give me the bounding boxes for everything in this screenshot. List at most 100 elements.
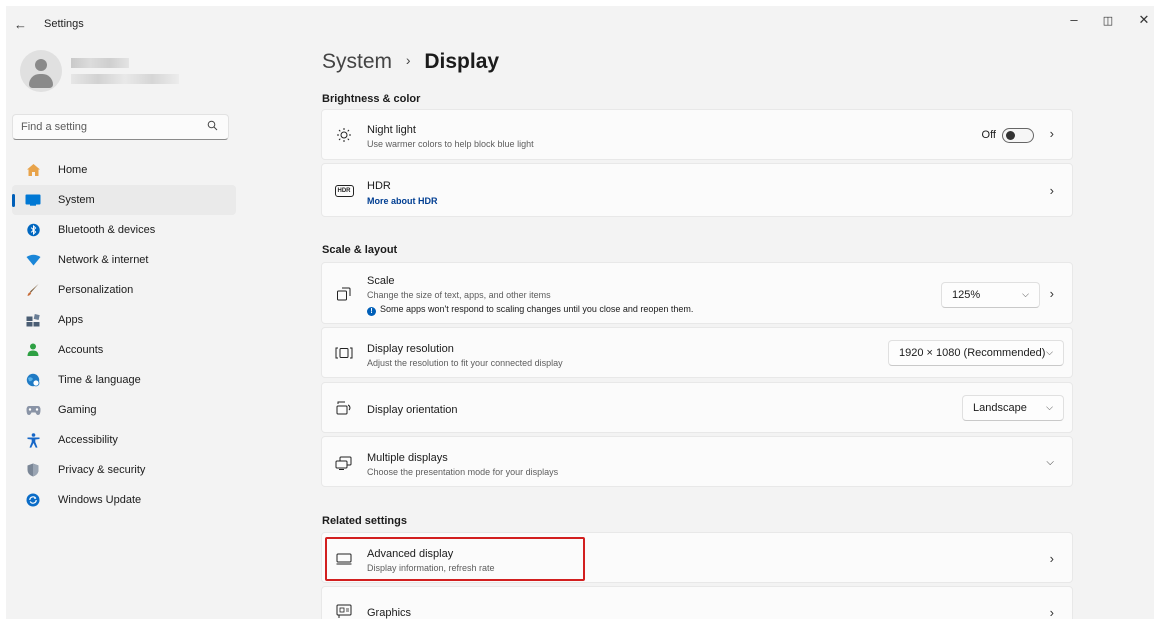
chevron-down-icon: ⌵ (1022, 289, 1029, 299)
section-header-related: Related settings (322, 515, 407, 527)
section-header-brightness: Brightness & color (322, 93, 421, 105)
orientation-icon (334, 398, 354, 418)
sidebar-nav: Home System Bluetooth & devices Network … (12, 155, 236, 515)
sidebar-item-label: Accounts (58, 344, 104, 356)
bluetooth-icon (25, 222, 41, 238)
resolution-value: 1920 × 1080 (Recommended) (899, 347, 1046, 359)
sidebar-item-gaming[interactable]: Gaming (12, 395, 236, 425)
night-light-toggle[interactable] (1002, 128, 1034, 143)
sidebar-item-network[interactable]: Network & internet (12, 245, 236, 275)
system-icon (25, 192, 41, 208)
account-name-redacted (71, 58, 129, 68)
display-orientation-title: Display orientation (367, 404, 458, 416)
globe-clock-icon (25, 372, 41, 388)
gamepad-icon (25, 402, 41, 418)
chevron-right-icon: › (1049, 286, 1054, 301)
orientation-dropdown[interactable]: Landscape ⌵ (962, 395, 1064, 421)
sidebar-item-label: Bluetooth & devices (58, 224, 156, 236)
chevron-right-icon: › (1049, 183, 1054, 198)
network-icon (25, 252, 41, 268)
update-icon (25, 492, 41, 508)
home-icon (25, 162, 41, 178)
resolution-icon (334, 343, 354, 363)
hdr-link[interactable]: More about HDR (367, 196, 438, 206)
breadcrumb-parent[interactable]: System (322, 50, 392, 73)
graphics-card[interactable]: Graphics › (321, 586, 1073, 619)
search-icon (207, 120, 218, 134)
scale-card[interactable]: Scale Change the size of text, apps, and… (321, 262, 1073, 324)
sidebar-item-label: System (58, 194, 95, 206)
scale-value: 125% (952, 289, 981, 301)
scale-dropdown[interactable]: 125% ⌵ (941, 282, 1040, 308)
resolution-dropdown[interactable]: 1920 × 1080 (Recommended) ⌵ (888, 340, 1064, 366)
sidebar-item-home[interactable]: Home (12, 155, 236, 185)
brush-icon (25, 282, 41, 298)
display-resolution-subtitle: Adjust the resolution to fit your connec… (367, 358, 563, 368)
scale-note: ! Some apps won't respond to scaling chan… (367, 304, 693, 316)
page-title: Display (424, 50, 500, 73)
night-light-subtitle: Use warmer colors to help block blue lig… (367, 139, 534, 149)
window-title: Settings (44, 18, 84, 30)
breadcrumb-separator: › (405, 52, 411, 68)
sidebar-item-accessibility[interactable]: Accessibility (12, 425, 236, 455)
display-resolution-title: Display resolution (367, 343, 454, 355)
search-placeholder: Find a setting (21, 121, 88, 133)
settings-window: ← Settings – ◫ ✕ Find a setting Home Sys… (6, 6, 1154, 619)
sidebar-item-apps[interactable]: Apps (12, 305, 236, 335)
active-indicator (12, 194, 15, 207)
sidebar-item-bluetooth[interactable]: Bluetooth & devices (12, 215, 236, 245)
chevron-down-icon: ⌵ (1046, 402, 1053, 412)
sidebar-item-label: Privacy & security (58, 464, 146, 476)
hdr-title: HDR (367, 180, 391, 192)
sidebar-item-personalization[interactable]: Personalization (12, 275, 236, 305)
title-bar: ← Settings – ◫ ✕ (6, 6, 1154, 42)
display-orientation-card[interactable]: Display orientation Landscape ⌵ (321, 382, 1073, 433)
graphics-title: Graphics (367, 607, 412, 619)
back-arrow-icon[interactable]: ← (14, 17, 27, 32)
avatar[interactable] (20, 50, 62, 92)
scale-subtitle: Change the size of text, apps, and other… (367, 290, 551, 300)
highlight-box (325, 537, 585, 581)
maximize-button[interactable]: ◫ (1096, 14, 1120, 27)
sidebar-item-label: Time & language (58, 374, 141, 386)
sidebar-item-label: Personalization (58, 284, 134, 296)
chevron-right-icon: › (1049, 551, 1054, 566)
chevron-right-icon: › (1049, 605, 1054, 619)
multiple-displays-icon (334, 453, 354, 473)
minimize-button[interactable]: – (1062, 12, 1086, 27)
shield-icon (25, 462, 41, 478)
sidebar-item-label: Gaming (58, 404, 97, 416)
hdr-card[interactable]: HDR HDR More about HDR › (321, 163, 1073, 217)
sidebar-item-label: Accessibility (58, 434, 118, 446)
info-icon: ! (367, 307, 376, 316)
sun-icon (334, 125, 354, 145)
scale-title: Scale (367, 275, 395, 287)
search-input[interactable]: Find a setting (12, 114, 229, 140)
sidebar-item-label: Network & internet (58, 254, 149, 266)
sidebar-item-label: Home (58, 164, 88, 176)
sidebar-item-system[interactable]: System (12, 185, 236, 215)
sidebar-item-time-language[interactable]: Time & language (12, 365, 236, 395)
close-button[interactable]: ✕ (1132, 12, 1154, 28)
accounts-icon (25, 342, 41, 358)
night-light-title: Night light (367, 124, 416, 136)
display-resolution-card[interactable]: Display resolution Adjust the resolution… (321, 327, 1073, 378)
sidebar-item-accounts[interactable]: Accounts (12, 335, 236, 365)
multiple-displays-card[interactable]: Multiple displays Choose the presentatio… (321, 436, 1073, 487)
chevron-right-icon: › (1049, 126, 1054, 141)
multiple-displays-subtitle: Choose the presentation mode for your di… (367, 467, 559, 477)
night-light-card[interactable]: Night light Use warmer colors to help bl… (321, 109, 1073, 160)
multiple-displays-title: Multiple displays (367, 452, 448, 464)
graphics-card-icon (334, 601, 354, 619)
sidebar-item-windows-update[interactable]: Windows Update (12, 485, 236, 515)
hdr-icon: HDR (334, 181, 354, 201)
scale-icon (334, 284, 354, 304)
breadcrumb: System › Display (322, 50, 499, 74)
sidebar-item-privacy[interactable]: Privacy & security (12, 455, 236, 485)
accessibility-icon (25, 432, 41, 448)
account-email-redacted (71, 74, 179, 84)
chevron-down-icon[interactable]: ⌵ (1046, 457, 1054, 468)
section-header-scale-layout: Scale & layout (322, 244, 398, 256)
apps-icon (25, 312, 41, 328)
sidebar-item-label: Apps (58, 314, 84, 326)
